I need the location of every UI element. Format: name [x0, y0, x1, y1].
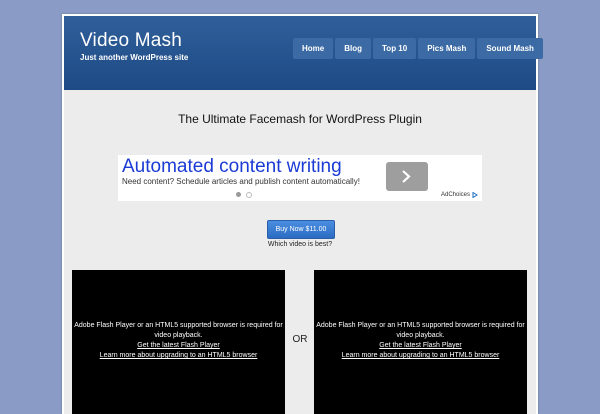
adchoices-label: AdChoices — [440, 192, 470, 198]
site-header: Video Mash Just another WordPress site H… — [64, 16, 543, 90]
player-message: Adobe Flash Player or an HTML5 supported… — [74, 322, 283, 339]
flash-player-link[interactable]: Get the latest Flash Player — [314, 342, 527, 349]
site-title[interactable]: Video Mash — [80, 30, 182, 52]
nav-item-sound-mash[interactable]: Sound Mash — [477, 38, 543, 59]
adchoices-link[interactable]: AdChoices — [441, 192, 478, 198]
ad-banner[interactable]: Automated content writing Need content? … — [118, 155, 482, 201]
page-title: The Ultimate Facemash for WordPress Plug… — [178, 112, 422, 126]
nav-item-pics-mash[interactable]: Pics Mash — [418, 38, 476, 59]
or-separator: OR — [292, 334, 308, 345]
adchoices-icon — [472, 192, 478, 198]
ad-carousel-dot[interactable] — [236, 192, 241, 197]
player-message: Adobe Flash Player or an HTML5 supported… — [316, 322, 525, 339]
nav-item-blog[interactable]: Blog — [335, 38, 372, 59]
html5-upgrade-link[interactable]: Learn more about upgrading to an HTML5 b… — [314, 352, 527, 359]
site-tagline: Just another WordPress site — [80, 53, 189, 62]
ad-next-button[interactable] — [386, 162, 428, 191]
main-nav: Home Blog Top 10 Pics Mash Sound Mash — [293, 38, 543, 59]
chevron-right-icon — [402, 170, 411, 183]
ad-carousel-dot[interactable] — [246, 192, 252, 198]
voting-question: Which video is best? — [267, 241, 333, 248]
ad-description: Need content? Schedule articles and publ… — [122, 177, 360, 186]
nav-item-home[interactable]: Home — [293, 38, 334, 59]
main-content: The Ultimate Facemash for WordPress Plug… — [64, 90, 536, 414]
buy-now-button[interactable]: Buy Now $11.00 — [267, 220, 335, 239]
video-player-right[interactable]: Adobe Flash Player or an HTML5 supported… — [314, 270, 527, 414]
video-player-left[interactable]: Adobe Flash Player or an HTML5 supported… — [72, 270, 285, 414]
nav-item-top-10[interactable]: Top 10 — [373, 38, 417, 59]
html5-upgrade-link[interactable]: Learn more about upgrading to an HTML5 b… — [72, 352, 285, 359]
ad-headline[interactable]: Automated content writing — [122, 156, 366, 178]
page-wrapper: Video Mash Just another WordPress site H… — [62, 14, 543, 414]
flash-player-link[interactable]: Get the latest Flash Player — [72, 342, 285, 349]
